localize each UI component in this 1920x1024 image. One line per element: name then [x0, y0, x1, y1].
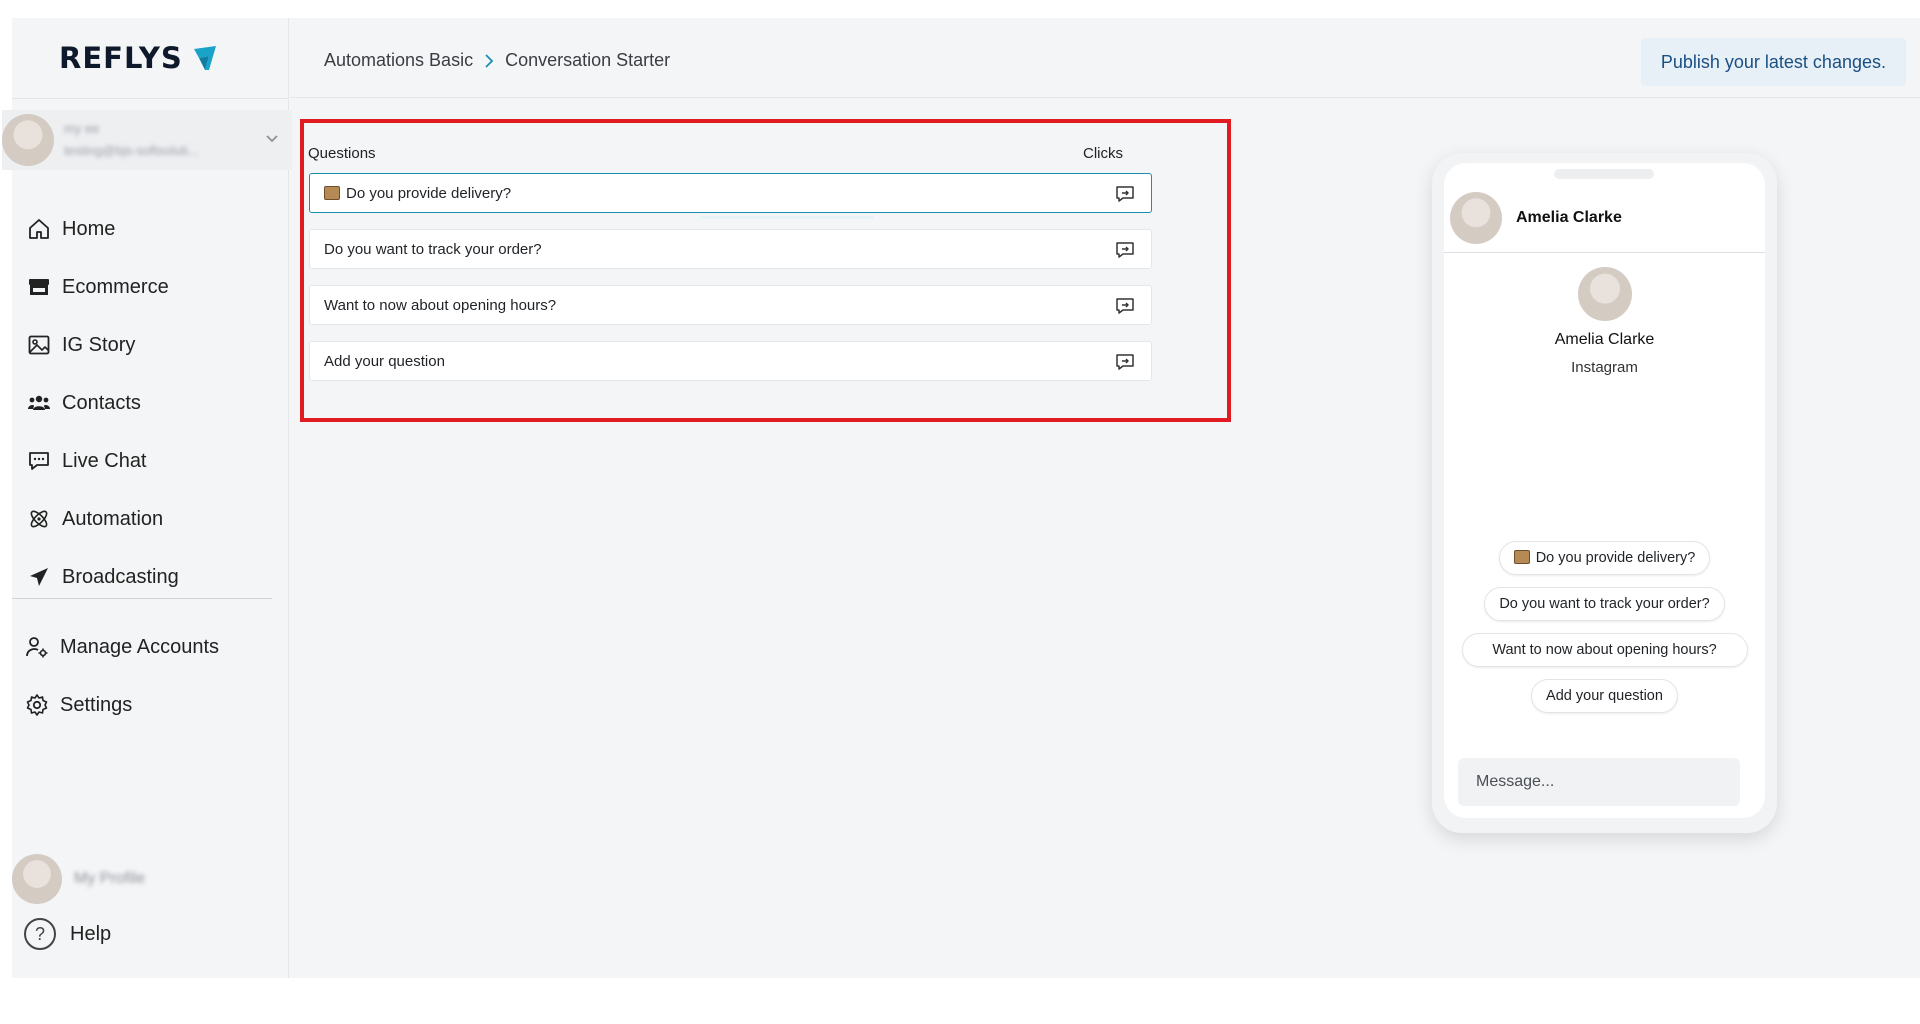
questions-table-header: Questions Clicks: [308, 145, 1188, 162]
reply-icon[interactable]: [1115, 353, 1135, 371]
gear-icon: [24, 692, 50, 718]
store-icon: [26, 274, 52, 300]
sidebar-item-automation[interactable]: Automation: [26, 490, 266, 548]
avatar: [2, 114, 54, 166]
breadcrumb: Automations Basic Conversation Starter: [324, 50, 670, 71]
home-icon: [26, 216, 52, 242]
sidebar-item-label: Ecommerce: [62, 275, 169, 298]
sidebar-item-label: Settings: [60, 693, 133, 716]
profile-name: My Profile: [74, 870, 146, 887]
chat-profile: Amelia Clarke Instagram: [1444, 267, 1765, 376]
sidebar-item-home[interactable]: Home: [26, 200, 266, 258]
sidebar-item-label: IG Story: [62, 333, 136, 356]
avatar: [12, 854, 62, 904]
account-email: testing@bjs-softsoluti...: [64, 143, 199, 158]
reply-icon[interactable]: [1115, 241, 1135, 259]
profile-link[interactable]: My Profile: [12, 854, 145, 904]
sidebar-item-label: Automation: [62, 507, 164, 530]
starter-chip[interactable]: Do you want to track your order?: [1484, 587, 1725, 621]
drag-ghost: [700, 216, 874, 219]
package-icon: [324, 186, 340, 200]
chip-text: Do you provide delivery?: [1535, 550, 1696, 566]
divider: [12, 598, 272, 599]
reply-icon[interactable]: [1115, 297, 1135, 315]
top-header: Automations Basic Conversation Starter P…: [290, 18, 1920, 98]
brand-mark-icon: [193, 46, 216, 70]
question-row[interactable]: Want to now about opening hours?: [309, 285, 1152, 325]
breadcrumb-item-conversation-starter: Conversation Starter: [505, 50, 671, 70]
sidebar-item-settings[interactable]: Settings: [24, 676, 264, 734]
help-link[interactable]: ? Help: [24, 918, 111, 950]
app-frame: REFLYS my ee testing@bjs-softsoluti... H…: [2, 18, 1920, 978]
question-text: Add your question: [324, 352, 445, 370]
chat-icon: [26, 448, 52, 474]
send-icon: [26, 564, 52, 590]
account-info: my ee testing@bjs-softsoluti...: [64, 118, 199, 162]
sidebar-item-manage-accounts[interactable]: Manage Accounts: [24, 618, 264, 676]
avatar: [1450, 191, 1502, 244]
sidebar-item-live-chat[interactable]: Live Chat: [26, 432, 266, 490]
phone-notch: [1554, 169, 1654, 179]
sidebar-item-ig-story[interactable]: IG Story: [26, 316, 266, 374]
questions-panel: Questions Clicks Do you provide delivery…: [300, 119, 1231, 422]
account-switcher[interactable]: my ee testing@bjs-softsoluti...: [2, 110, 292, 170]
column-header-clicks: Clicks: [1083, 145, 1123, 162]
sidebar-item-label: Home: [62, 217, 116, 240]
question-text: Do you provide delivery?: [346, 184, 512, 202]
chip-text: Add your question: [1546, 688, 1663, 704]
sidebar-item-ecommerce[interactable]: Ecommerce: [26, 258, 266, 316]
phone-preview: Amelia Clarke Amelia Clarke Instagram Do…: [1432, 153, 1777, 833]
platform-label: Instagram: [1571, 359, 1638, 376]
user-settings-icon: [24, 634, 50, 660]
starter-chip[interactable]: Add your question: [1531, 679, 1678, 713]
profile-name: Amelia Clarke: [1554, 331, 1655, 348]
chip-text: Do you want to track your order?: [1499, 596, 1710, 612]
starter-chips: Do you provide delivery? Do you want to …: [1444, 541, 1765, 713]
brand-logo[interactable]: REFLYS: [59, 38, 221, 78]
question-text: Do you want to track your order?: [324, 240, 542, 258]
divider: [12, 98, 289, 99]
sidebar-item-label: Live Chat: [62, 449, 147, 472]
column-header-questions: Questions: [308, 145, 376, 162]
sidebar-item-label: Broadcasting: [62, 565, 179, 588]
add-question-row[interactable]: Add your question: [309, 341, 1152, 381]
reply-icon[interactable]: [1115, 185, 1135, 203]
help-icon: ?: [24, 918, 56, 950]
question-row[interactable]: Do you want to track your order?: [309, 229, 1152, 269]
sidebar-nav: Home Ecommerce IG Story Contacts Live Ch…: [26, 200, 266, 606]
help-label: Help: [70, 922, 112, 945]
question-text: Want to now about opening hours?: [324, 296, 557, 314]
chevron-down-icon[interactable]: [264, 130, 280, 146]
chevron-right-icon: [483, 53, 495, 69]
atom-icon: [26, 506, 52, 532]
chat-header-name: Amelia Clarke: [1516, 208, 1622, 226]
sidebar-item-label: Manage Accounts: [60, 635, 219, 658]
breadcrumb-item-automations-basic[interactable]: Automations Basic: [324, 50, 473, 71]
phone-screen: Amelia Clarke Amelia Clarke Instagram Do…: [1444, 163, 1765, 818]
sidebar: REFLYS my ee testing@bjs-softsoluti... H…: [2, 18, 292, 978]
package-icon: [1513, 550, 1530, 564]
sidebar-item-contacts[interactable]: Contacts: [26, 374, 266, 432]
chip-text: Want to now about opening hours?: [1492, 642, 1717, 658]
users-icon: [26, 390, 52, 416]
message-input[interactable]: Message...: [1458, 758, 1740, 806]
question-row[interactable]: Do you provide delivery?: [309, 173, 1152, 213]
account-name: my ee: [64, 121, 100, 136]
image-icon: [26, 332, 52, 358]
avatar: [1577, 267, 1632, 321]
starter-chip[interactable]: Want to now about opening hours?: [1461, 633, 1748, 667]
chat-header: Amelia Clarke: [1444, 183, 1765, 253]
brand-name: REFLYS: [59, 41, 183, 75]
sidebar-item-label: Contacts: [62, 391, 141, 414]
publish-button[interactable]: Publish your latest changes.: [1640, 38, 1906, 86]
sidebar-secondary-nav: Manage Accounts Settings: [24, 618, 264, 734]
starter-chip[interactable]: Do you provide delivery?: [1498, 541, 1711, 575]
